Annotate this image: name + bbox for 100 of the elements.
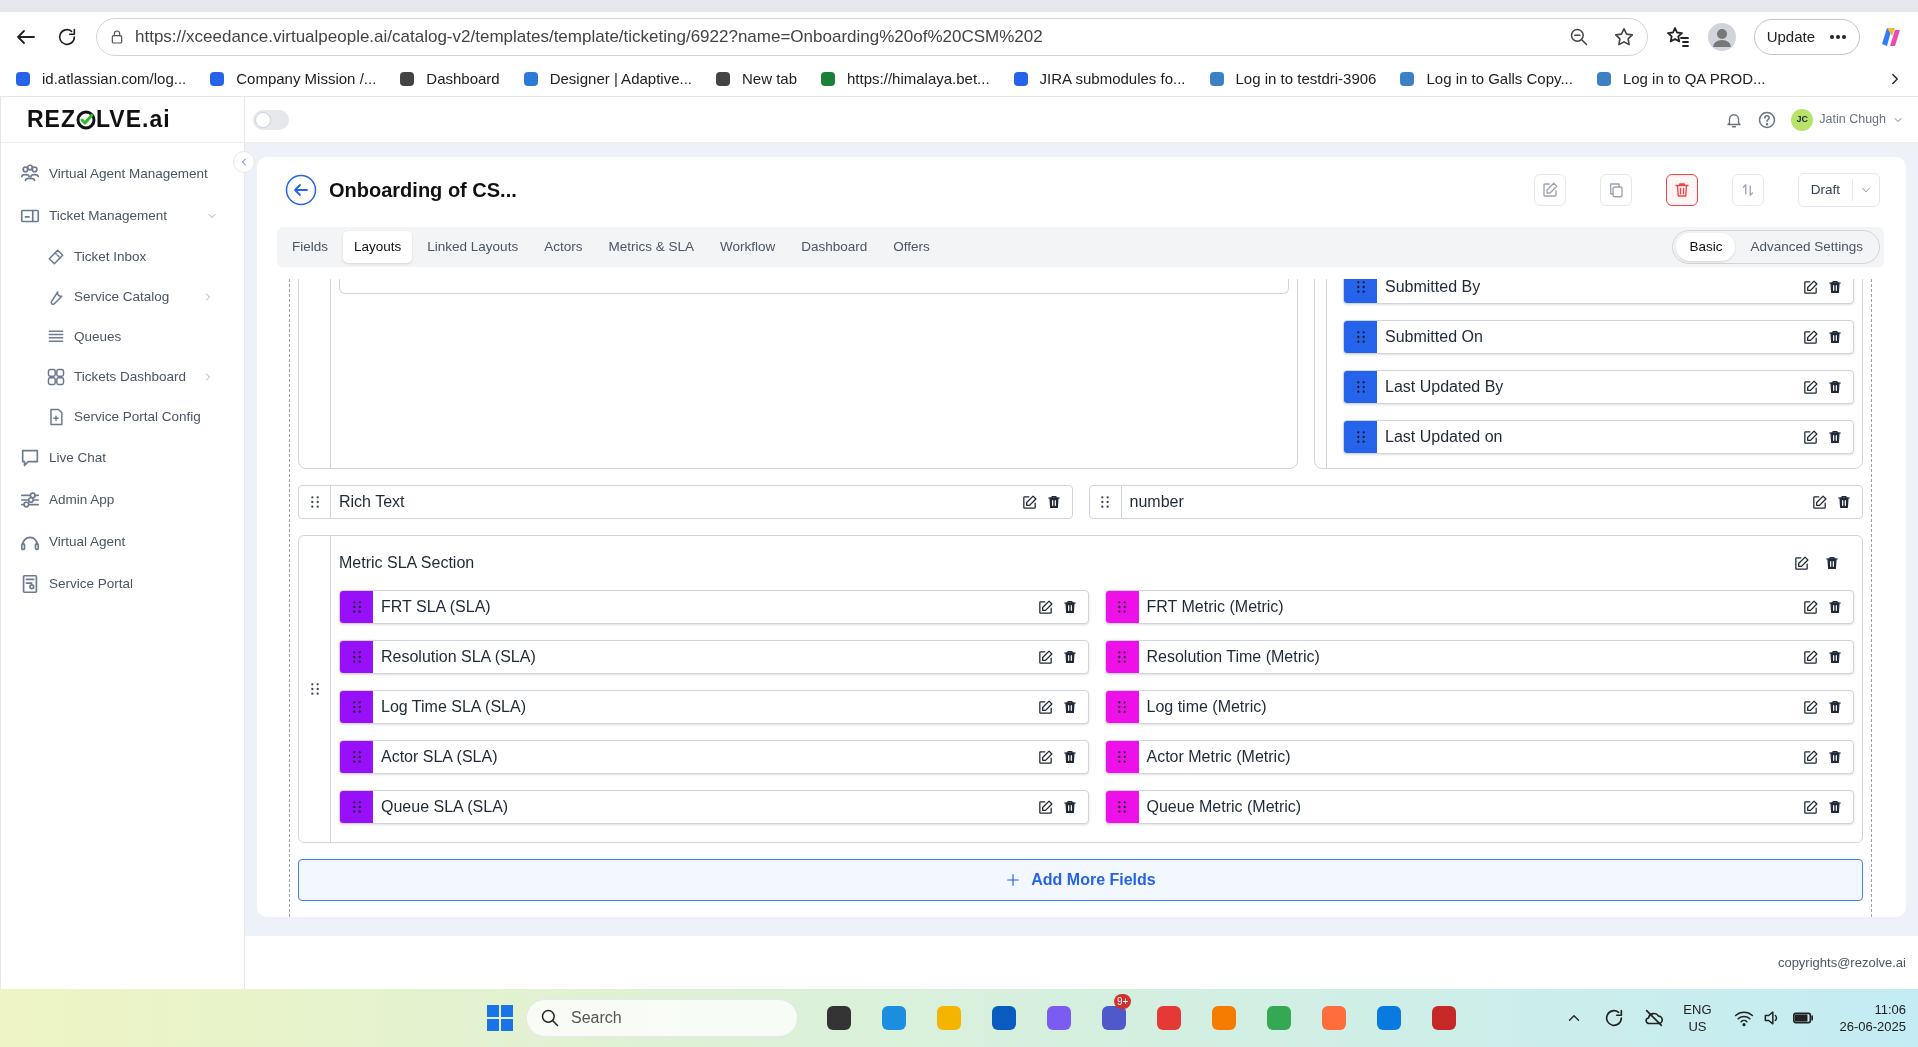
sidebar-item[interactable]: Service Catalog (1, 277, 244, 317)
bookmark[interactable]: JIRA submodules fo... (1011, 67, 1186, 91)
delete-button[interactable] (1665, 174, 1698, 206)
edit-icon[interactable] (1036, 748, 1054, 766)
sidebar-item[interactable]: Live Chat (1, 437, 230, 479)
delete-icon[interactable] (1827, 749, 1843, 765)
field-label: Resolution Time (Metric) (1145, 647, 1321, 667)
bookmark[interactable]: Company Mission /... (208, 67, 377, 91)
sidebar-item[interactable]: Service Portal (1, 563, 230, 605)
delete-icon[interactable] (1061, 799, 1078, 815)
sidebar-item[interactable]: Virtual Agent Management (1, 153, 230, 195)
edit-icon[interactable] (1802, 328, 1819, 346)
delete-icon[interactable] (1827, 429, 1843, 445)
sidebar-item[interactable]: Ticket Management (1, 195, 230, 237)
tab[interactable]: Workflow (708, 231, 787, 263)
bookmark[interactable]: New tab (714, 67, 798, 91)
profile-icon[interactable] (1707, 23, 1736, 51)
reload-icon[interactable] (56, 26, 78, 48)
edit-icon[interactable] (1802, 748, 1819, 766)
page-title: Onboarding of CS... (329, 178, 517, 203)
edit-icon[interactable] (1036, 698, 1054, 716)
star-icon[interactable] (1612, 26, 1635, 48)
mode-tab[interactable]: Advanced Settings (1737, 233, 1876, 261)
tab[interactable]: Actors (533, 231, 594, 263)
more-icon[interactable] (1829, 34, 1847, 40)
delete-icon[interactable] (1827, 649, 1843, 665)
sidebar-item[interactable]: Ticket Inbox (1, 237, 244, 277)
cloud-icon[interactable] (1643, 1007, 1666, 1029)
delete-icon[interactable] (1827, 699, 1843, 715)
delete-icon[interactable] (1827, 799, 1843, 815)
delete-icon[interactable] (1045, 494, 1062, 510)
sidebar-item[interactable]: Tickets Dashboard (1, 357, 244, 397)
delete-icon[interactable] (1827, 599, 1843, 615)
field-label: Submitted On (1384, 327, 1484, 347)
bookmark[interactable]: Log in to Galls Copy... (1398, 67, 1573, 91)
edit-icon[interactable] (1802, 378, 1819, 396)
windows-icon[interactable] (486, 1004, 514, 1032)
lock-icon (109, 29, 125, 45)
delete-icon[interactable] (1061, 699, 1078, 715)
delete-icon[interactable] (1827, 329, 1843, 345)
tab[interactable]: Linked Layouts (416, 231, 530, 263)
search-icon (540, 1008, 560, 1028)
search-field[interactable]: Search (526, 999, 798, 1037)
edit-icon (1540, 181, 1559, 199)
clock[interactable]: 11:06 26-06-2025 (1839, 1001, 1906, 1035)
app-icon[interactable] (825, 1004, 853, 1032)
zoom-out-icon[interactable] (1568, 27, 1589, 47)
status-dropdown[interactable]: Draft (1797, 173, 1880, 207)
app-icon[interactable] (1430, 1004, 1458, 1032)
sidebar-item[interactable]: Admin App (1, 479, 230, 521)
sidebar-item[interactable]: Virtual Agent (1, 521, 230, 563)
tab[interactable]: Offers (882, 231, 941, 263)
delete-icon[interactable] (1061, 599, 1078, 615)
mode-tab[interactable]: Basic (1676, 233, 1736, 261)
check-icon (76, 109, 96, 130)
edit-icon[interactable] (1802, 648, 1819, 666)
edit-icon[interactable] (1036, 648, 1054, 666)
bookmark[interactable]: Log in to QA PROD... (1594, 67, 1766, 91)
help-icon[interactable] (1757, 109, 1778, 130)
bookmark[interactable]: https://himalaya.bet... (819, 67, 990, 91)
edit-icon[interactable] (1811, 493, 1828, 511)
grid-icon (46, 367, 66, 387)
favorites-icon[interactable] (1665, 25, 1690, 49)
bookmark[interactable]: Designer | Adaptive... (521, 67, 692, 91)
delete-icon[interactable] (1061, 749, 1078, 765)
delete-icon[interactable] (1061, 649, 1078, 665)
app-icon[interactable] (1100, 1004, 1128, 1032)
notification-badge: 9+ (1114, 994, 1132, 1009)
edit-icon[interactable] (1802, 698, 1819, 716)
edit-icon[interactable] (1802, 428, 1819, 446)
edit-icon[interactable] (1802, 598, 1819, 616)
edit-icon[interactable] (1802, 279, 1819, 296)
bookmark[interactable]: Log in to testdri-3906 (1207, 67, 1377, 91)
edit-icon[interactable] (1036, 598, 1054, 616)
edit-icon[interactable] (1793, 554, 1810, 572)
tab[interactable]: Fields (281, 231, 339, 263)
bookmark[interactable]: Dashboard (398, 67, 500, 91)
add-fields-button[interactable]: Add More Fields (298, 859, 1863, 901)
theme-toggle[interactable] (253, 109, 289, 130)
tab[interactable]: Metrics & SLA (597, 231, 705, 263)
tab[interactable]: Dashboard (790, 231, 879, 263)
edit-icon[interactable] (1020, 493, 1038, 511)
bookmark-icon (398, 70, 417, 88)
delete-icon (1672, 181, 1691, 199)
sidebar-item[interactable]: Queues (1, 317, 244, 357)
field-label: Log time (Metric) (1145, 697, 1268, 717)
sidebar-item[interactable]: Service Portal Config (1, 397, 244, 437)
edit-icon[interactable] (1802, 798, 1819, 816)
bookmark[interactable]: id.atlassian.com/log... (14, 67, 187, 91)
field-label: Queue Metric (Metric) (1145, 797, 1303, 817)
delete-icon[interactable] (1827, 279, 1843, 295)
tab[interactable]: Layouts (343, 231, 413, 263)
delete-icon[interactable] (1827, 379, 1843, 395)
bookmark-icon (1207, 70, 1226, 88)
user-menu[interactable]: JC Jatin Chugh (1791, 108, 1904, 131)
url-text: https://xceedance.virtualpeople.ai/catalog-v2/templates/template/ticketing/6922?name=Onboarding%20of%20CSM%202 (135, 26, 1044, 49)
delete-icon[interactable] (1824, 555, 1840, 571)
delete-icon[interactable] (1836, 494, 1852, 510)
language-indicator[interactable]: ENG US (1683, 1001, 1712, 1035)
edit-icon[interactable] (1036, 798, 1054, 816)
